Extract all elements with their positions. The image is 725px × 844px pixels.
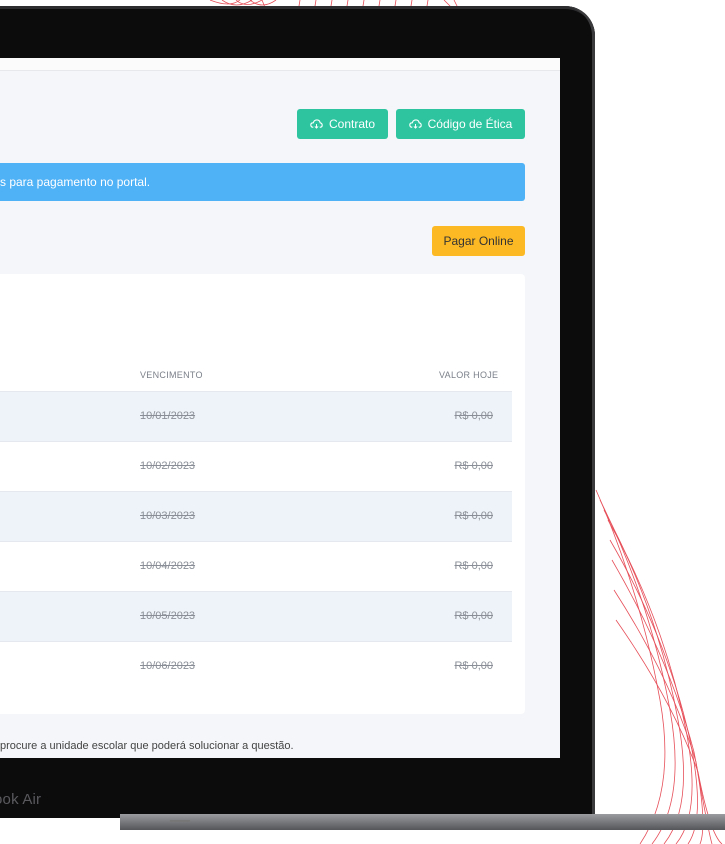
row-valor: R$ 0,00: [454, 460, 493, 472]
column-header-vencimento: VENCIMENTO: [140, 370, 203, 380]
page: Contrato Código de Ética s para pagament…: [0, 0, 725, 844]
cloud-download-icon: [408, 119, 422, 129]
row-vencimento: 10/01/2023: [140, 410, 196, 422]
info-alert-text: s para pagamento no portal.: [0, 175, 151, 189]
row-vencimento: 10/02/2023: [140, 460, 196, 472]
cloud-download-icon: [310, 119, 323, 129]
contrato-button-label: Contrato: [328, 117, 376, 131]
row-vencimento: 10/05/2023: [140, 610, 196, 622]
row-valor: R$ 0,00: [454, 660, 493, 672]
pagar-online-label: Pagar Online: [443, 234, 514, 248]
table-row[interactable]: 10/01/2023 R$ 0,00: [0, 391, 512, 442]
pagar-online-button[interactable]: Pagar Online: [432, 226, 525, 256]
row-vencimento: 10/06/2023: [140, 660, 196, 672]
laptop-model-label: ook Air: [0, 791, 42, 808]
codigo-etica-button[interactable]: Código de Ética: [396, 109, 525, 139]
row-valor: R$ 0,00: [454, 410, 493, 422]
browser-top-bar: [0, 58, 560, 71]
row-valor: R$ 0,00: [454, 610, 493, 622]
footer-note: procure a unidade escolar que poderá sol…: [0, 740, 294, 752]
table-row[interactable]: 10/05/2023 R$ 0,00: [0, 591, 512, 642]
row-valor: R$ 0,00: [454, 560, 493, 572]
column-header-valor-hoje: VALOR HOJE: [439, 370, 499, 380]
contrato-button[interactable]: Contrato: [297, 109, 388, 139]
table-row[interactable]: 10/04/2023 R$ 0,00: [0, 541, 512, 592]
table-row[interactable]: 10/02/2023 R$ 0,00: [0, 441, 512, 492]
table-row[interactable]: 10/06/2023 R$ 0,00: [0, 641, 512, 692]
row-vencimento: 10/03/2023: [140, 510, 196, 522]
laptop-base-notch: [170, 820, 190, 822]
row-valor: R$ 0,00: [454, 510, 493, 522]
table-row[interactable]: 10/03/2023 R$ 0,00: [0, 491, 512, 542]
laptop-base: [120, 814, 725, 830]
codigo-etica-button-label: Código de Ética: [427, 117, 513, 131]
info-alert: s para pagamento no portal.: [0, 163, 525, 201]
row-vencimento: 10/04/2023: [140, 560, 196, 572]
